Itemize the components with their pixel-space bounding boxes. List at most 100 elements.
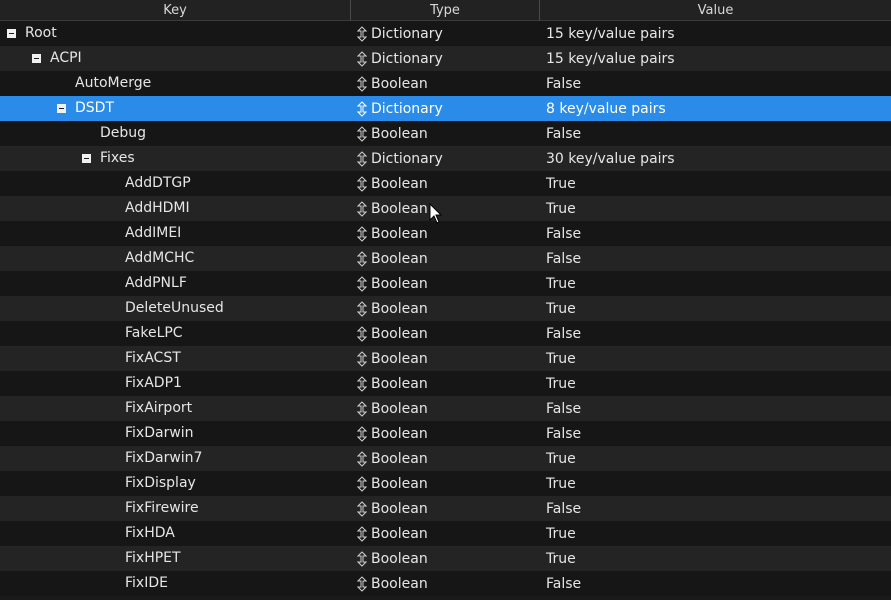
tree-row[interactable]: FixHDA Boolean True (0, 521, 891, 546)
value-cell[interactable]: False (540, 221, 891, 246)
up-down-stepper-icon[interactable] (357, 150, 367, 167)
value-cell[interactable]: 15 key/value pairs (540, 21, 891, 46)
key-cell[interactable]: FixADP1 (0, 371, 351, 396)
key-cell[interactable]: AutoMerge (0, 71, 351, 96)
type-cell[interactable]: Boolean (351, 396, 540, 421)
key-cell[interactable]: Fixes (0, 146, 351, 171)
tree-row[interactable]: FixFirewire Boolean False (0, 496, 891, 521)
key-cell[interactable]: AddHDMI (0, 196, 351, 221)
type-cell[interactable]: Boolean (351, 246, 540, 271)
type-cell[interactable]: Boolean (351, 521, 540, 546)
key-cell[interactable]: FixIDE (0, 571, 351, 596)
type-cell[interactable]: Boolean (351, 571, 540, 596)
tree-row[interactable]: FixAirport Boolean False (0, 396, 891, 421)
value-cell[interactable]: False (540, 496, 891, 521)
type-cell[interactable]: Dictionary (351, 96, 540, 121)
tree-row[interactable]: FixDisplay Boolean True (0, 471, 891, 496)
key-cell[interactable]: Debug (0, 121, 351, 146)
tree-row[interactable]: Fixes Dictionary 30 key/value pairs (0, 146, 891, 171)
value-cell[interactable]: 15 key/value pairs (540, 46, 891, 71)
key-cell[interactable]: Root (0, 21, 351, 46)
column-header-key[interactable]: Key (0, 0, 351, 21)
type-cell[interactable]: Boolean (351, 321, 540, 346)
up-down-stepper-icon[interactable] (357, 225, 367, 242)
up-down-stepper-icon[interactable] (357, 75, 367, 92)
type-cell[interactable]: Boolean (351, 371, 540, 396)
column-header-type[interactable]: Type (351, 0, 540, 21)
key-cell[interactable]: FixFirewire (0, 496, 351, 521)
key-cell[interactable]: FixHPET (0, 546, 351, 571)
value-cell[interactable]: True (540, 546, 891, 571)
type-cell[interactable]: Boolean (351, 421, 540, 446)
value-cell[interactable]: 30 key/value pairs (540, 146, 891, 171)
key-cell[interactable]: DSDT (0, 96, 351, 121)
up-down-stepper-icon[interactable] (357, 175, 367, 192)
tree-row[interactable]: AutoMerge Boolean False (0, 71, 891, 96)
up-down-stepper-icon[interactable] (357, 275, 367, 292)
key-cell[interactable]: FixACST (0, 346, 351, 371)
value-cell[interactable]: True (540, 446, 891, 471)
column-header-value[interactable]: Value (540, 0, 891, 21)
key-cell[interactable]: FixHDA (0, 521, 351, 546)
value-cell[interactable]: True (540, 371, 891, 396)
up-down-stepper-icon[interactable] (357, 400, 367, 417)
tree-row[interactable]: FixDarwin7 Boolean True (0, 446, 891, 471)
type-cell[interactable]: Boolean (351, 196, 540, 221)
tree-row[interactable]: FixHPET Boolean True (0, 546, 891, 571)
key-cell[interactable]: FixAirport (0, 396, 351, 421)
value-cell[interactable]: False (540, 121, 891, 146)
up-down-stepper-icon[interactable] (357, 250, 367, 267)
up-down-stepper-icon[interactable] (357, 125, 367, 142)
up-down-stepper-icon[interactable] (357, 575, 367, 592)
up-down-stepper-icon[interactable] (357, 200, 367, 217)
up-down-stepper-icon[interactable] (357, 425, 367, 442)
value-cell[interactable]: True (540, 521, 891, 546)
collapse-toggle-icon[interactable] (57, 104, 66, 113)
value-cell[interactable]: False (540, 421, 891, 446)
value-cell[interactable]: True (540, 271, 891, 296)
type-cell[interactable]: Dictionary (351, 21, 540, 46)
tree-row[interactable]: ACPI Dictionary 15 key/value pairs (0, 46, 891, 71)
key-cell[interactable]: FixDisplay (0, 471, 351, 496)
up-down-stepper-icon[interactable] (357, 325, 367, 342)
type-cell[interactable]: Boolean (351, 346, 540, 371)
tree-row[interactable]: AddMCHC Boolean False (0, 246, 891, 271)
key-cell[interactable]: ACPI (0, 46, 351, 71)
tree-row[interactable]: Root Dictionary 15 key/value pairs (0, 21, 891, 46)
collapse-toggle-icon[interactable] (82, 154, 91, 163)
key-cell[interactable]: FixDarwin (0, 421, 351, 446)
type-cell[interactable]: Dictionary (351, 146, 540, 171)
collapse-toggle-icon[interactable] (32, 54, 41, 63)
up-down-stepper-icon[interactable] (357, 50, 367, 67)
type-cell[interactable]: Boolean (351, 271, 540, 296)
value-cell[interactable]: True (540, 171, 891, 196)
tree-row[interactable]: FixDarwin Boolean False (0, 421, 891, 446)
key-cell[interactable]: FakeLPC (0, 321, 351, 346)
value-cell[interactable]: True (540, 296, 891, 321)
type-cell[interactable]: Boolean (351, 296, 540, 321)
up-down-stepper-icon[interactable] (357, 100, 367, 117)
type-cell[interactable]: Dictionary (351, 46, 540, 71)
key-cell[interactable]: DeleteUnused (0, 296, 351, 321)
tree-row[interactable]: FixADP1 Boolean True (0, 371, 891, 396)
up-down-stepper-icon[interactable] (357, 25, 367, 42)
type-cell[interactable]: Boolean (351, 496, 540, 521)
value-cell[interactable]: False (540, 571, 891, 596)
value-cell[interactable]: True (540, 346, 891, 371)
value-cell[interactable]: True (540, 196, 891, 221)
type-cell[interactable]: Boolean (351, 446, 540, 471)
tree-row[interactable]: FixACST Boolean True (0, 346, 891, 371)
tree-row[interactable]: Debug Boolean False (0, 121, 891, 146)
tree-row[interactable]: FixIDE Boolean False (0, 571, 891, 596)
tree-row[interactable]: AddHDMI Boolean True (0, 196, 891, 221)
up-down-stepper-icon[interactable] (357, 500, 367, 517)
tree-row[interactable]: DSDT Dictionary 8 key/value pairs (0, 96, 891, 121)
key-cell[interactable]: AddPNLF (0, 271, 351, 296)
key-cell[interactable]: FixDarwin7 (0, 446, 351, 471)
up-down-stepper-icon[interactable] (357, 475, 367, 492)
type-cell[interactable]: Boolean (351, 221, 540, 246)
type-cell[interactable]: Boolean (351, 121, 540, 146)
tree-row[interactable]: AddDTGP Boolean True (0, 171, 891, 196)
key-cell[interactable]: AddMCHC (0, 246, 351, 271)
tree-row[interactable]: DeleteUnused Boolean True (0, 296, 891, 321)
